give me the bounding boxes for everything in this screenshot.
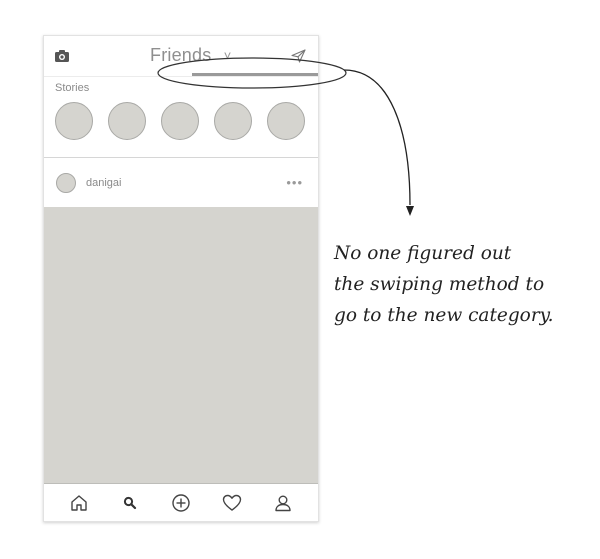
add-icon [172,494,190,512]
story-circle[interactable] [161,102,199,140]
story-circle[interactable] [55,102,93,140]
more-icon[interactable]: ••• [286,175,303,190]
arrow-head [406,206,414,216]
feed-selector[interactable]: Friends v [150,45,232,66]
story-circle[interactable] [214,102,252,140]
bottom-nav [44,484,318,521]
phone-wireframe: Friends v Stories danigai ••• [43,35,319,522]
post-username[interactable]: danigai [86,177,121,189]
stories-label: Stories [55,82,90,94]
swipe-indicator[interactable] [192,73,318,76]
nav-home[interactable] [67,491,91,515]
heart-icon [222,494,241,511]
annotation-note: No one figured out the swiping method to… [334,238,596,331]
nav-activity[interactable] [220,491,244,515]
story-circle[interactable] [267,102,305,140]
post-header: danigai ••• [44,157,318,208]
annotation-arrow [343,69,411,206]
camera-icon[interactable] [54,49,70,63]
chevron-down-icon[interactable]: v [225,50,232,61]
annotation-line: go to the new category. [334,305,554,326]
top-bar: Friends v [44,36,318,77]
send-icon[interactable] [291,49,306,63]
annotation-line: No one figured out [334,243,512,264]
home-icon [71,495,88,511]
nav-search[interactable] [118,491,142,515]
avatar[interactable] [56,173,76,193]
stories-row [55,102,318,140]
page-title: Friends [150,45,212,65]
stories-section: Stories [44,77,318,158]
search-icon [124,496,137,510]
nav-add[interactable] [169,491,193,515]
post-image-placeholder [44,207,318,484]
story-circle[interactable] [108,102,146,140]
nav-profile[interactable] [271,491,295,515]
annotation-line: the swiping method to [334,274,545,295]
profile-icon [274,495,291,512]
